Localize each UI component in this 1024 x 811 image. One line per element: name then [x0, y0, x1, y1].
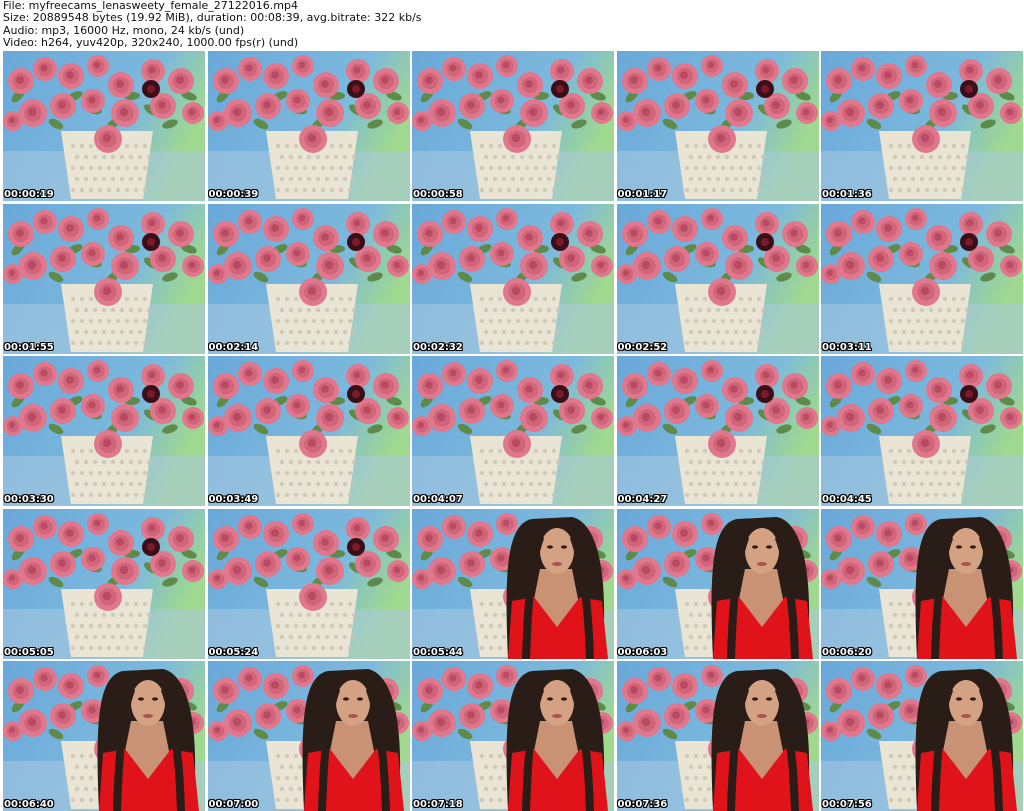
- thumbnail-scene: [207, 356, 410, 506]
- thumbnail-scene: [412, 356, 614, 506]
- thumbnail-scene: [412, 51, 614, 201]
- video-thumbnail: 00:07:18: [412, 661, 614, 811]
- thumbnail-scene: [616, 661, 819, 811]
- timestamp-label: 00:07:56: [822, 799, 872, 810]
- timestamp-label: 00:07:00: [208, 799, 259, 810]
- thumbnail-scene: [412, 203, 614, 354]
- video-thumbnail: 00:03:11: [821, 203, 1023, 354]
- timestamp-label: 00:04:45: [822, 494, 872, 505]
- person-figure: [915, 669, 1017, 811]
- timestamp-label: 00:05:05: [4, 646, 54, 658]
- video-thumbnail: 00:00:19: [3, 51, 205, 201]
- timestamp-label: 00:04:07: [413, 494, 463, 505]
- timestamp-label: 00:06:03: [617, 646, 668, 658]
- timestamp-label: 00:01:55: [4, 341, 54, 353]
- timestamp-label: 00:06:40: [4, 799, 54, 810]
- video-thumbnail: 00:06:03: [616, 508, 819, 659]
- thumbnail-scene: [3, 356, 205, 506]
- timestamp-label: 00:03:11: [822, 341, 872, 353]
- person-figure: [915, 516, 1017, 659]
- timestamp-label: 00:00:58: [413, 189, 463, 200]
- thumbnail-scene: [3, 51, 205, 201]
- timestamp-label: 00:07:36: [617, 799, 668, 810]
- thumbnail-scene: [207, 508, 410, 659]
- thumbnail-scene: [616, 203, 819, 354]
- thumbnail-scene: [3, 661, 205, 811]
- timestamp-label: 00:05:44: [413, 646, 463, 658]
- video-thumbnail: 00:01:55: [3, 203, 205, 354]
- video-thumbnail: 00:07:36: [616, 661, 819, 811]
- video-thumbnail: 00:02:32: [412, 203, 614, 354]
- thumbnail-scene: [616, 356, 819, 506]
- timestamp-label: 00:02:52: [617, 341, 668, 353]
- timestamp-label: 00:07:18: [413, 799, 463, 810]
- timestamp-label: 00:01:36: [822, 189, 872, 200]
- video-thumbnail: 00:00:39: [207, 51, 410, 201]
- thumbnail-scene: [821, 508, 1023, 659]
- video-thumbnail: 00:07:00: [207, 661, 410, 811]
- thumbnail-scene: [207, 203, 410, 354]
- timestamp-label: 00:05:24: [208, 646, 259, 658]
- video-thumbnail: 00:01:36: [821, 51, 1023, 201]
- person-figure: [711, 516, 813, 659]
- video-thumbnail: 00:04:07: [412, 356, 614, 506]
- thumbnail-scene: [207, 51, 410, 201]
- video-info-text: Video: h264, yuv420p, 320x240, 1000.00 f…: [3, 36, 299, 50]
- timestamp-label: 00:00:19: [4, 189, 54, 200]
- video-thumbnail: 00:03:49: [207, 356, 410, 506]
- person-figure: [711, 669, 813, 811]
- video-thumbnail: 00:00:58: [412, 51, 614, 201]
- thumbnail-scene: [3, 508, 205, 659]
- thumbnail-scene: [821, 661, 1023, 811]
- timestamp-label: 00:02:14: [208, 341, 259, 353]
- timestamp-label: 00:04:27: [617, 494, 668, 505]
- timestamp-label: 00:00:39: [208, 189, 259, 200]
- thumbnail-scene: [3, 203, 205, 354]
- video-thumbnail: 00:02:52: [616, 203, 819, 354]
- timestamp-label: 00:06:20: [822, 646, 872, 658]
- video-thumbnail: 00:05:44: [412, 508, 614, 659]
- thumbnail-scene: [616, 51, 819, 201]
- thumbnail-scene: [412, 508, 614, 659]
- video-thumbnail: 00:05:05: [3, 508, 205, 659]
- timestamp-label: 00:02:32: [413, 341, 463, 353]
- thumbnail-scene: [207, 661, 410, 811]
- thumbnail-scene: [616, 508, 819, 659]
- person-figure: [506, 516, 608, 659]
- timestamp-label: 00:03:49: [208, 494, 259, 505]
- person-figure: [506, 669, 608, 811]
- video-thumbnail: 00:01:17: [616, 51, 819, 201]
- person-figure: [97, 669, 199, 811]
- video-thumbnail: 00:02:14: [207, 203, 410, 354]
- thumbnail-scene: [821, 51, 1023, 201]
- timestamp-label: 00:03:30: [4, 494, 54, 505]
- video-thumbnail: 00:05:24: [207, 508, 410, 659]
- video-thumbnail: 00:06:20: [821, 508, 1023, 659]
- file-size-text: Size: 20889548 bytes (19.92 MiB), durati…: [3, 11, 422, 25]
- video-thumbnail: 00:04:27: [616, 356, 819, 506]
- video-thumbnail: 00:03:30: [3, 356, 205, 506]
- file-info-header: File: myfreecams_lenasweety_female_27122…: [3, 0, 1021, 50]
- person-figure: [302, 669, 404, 811]
- thumbnail-scene: [412, 661, 614, 811]
- video-thumbnail: 00:07:56: [821, 661, 1023, 811]
- thumbnail-scene: [821, 203, 1023, 354]
- timestamp-label: 00:01:17: [617, 189, 668, 200]
- video-thumbnail: 00:04:45: [821, 356, 1023, 506]
- video-thumbnail: 00:06:40: [3, 661, 205, 811]
- thumbnail-grid: 00:00:19 00:00:39 00:00:58 00:01:17 00:01:36…: [3, 51, 1023, 811]
- thumbnail-scene: [821, 356, 1023, 506]
